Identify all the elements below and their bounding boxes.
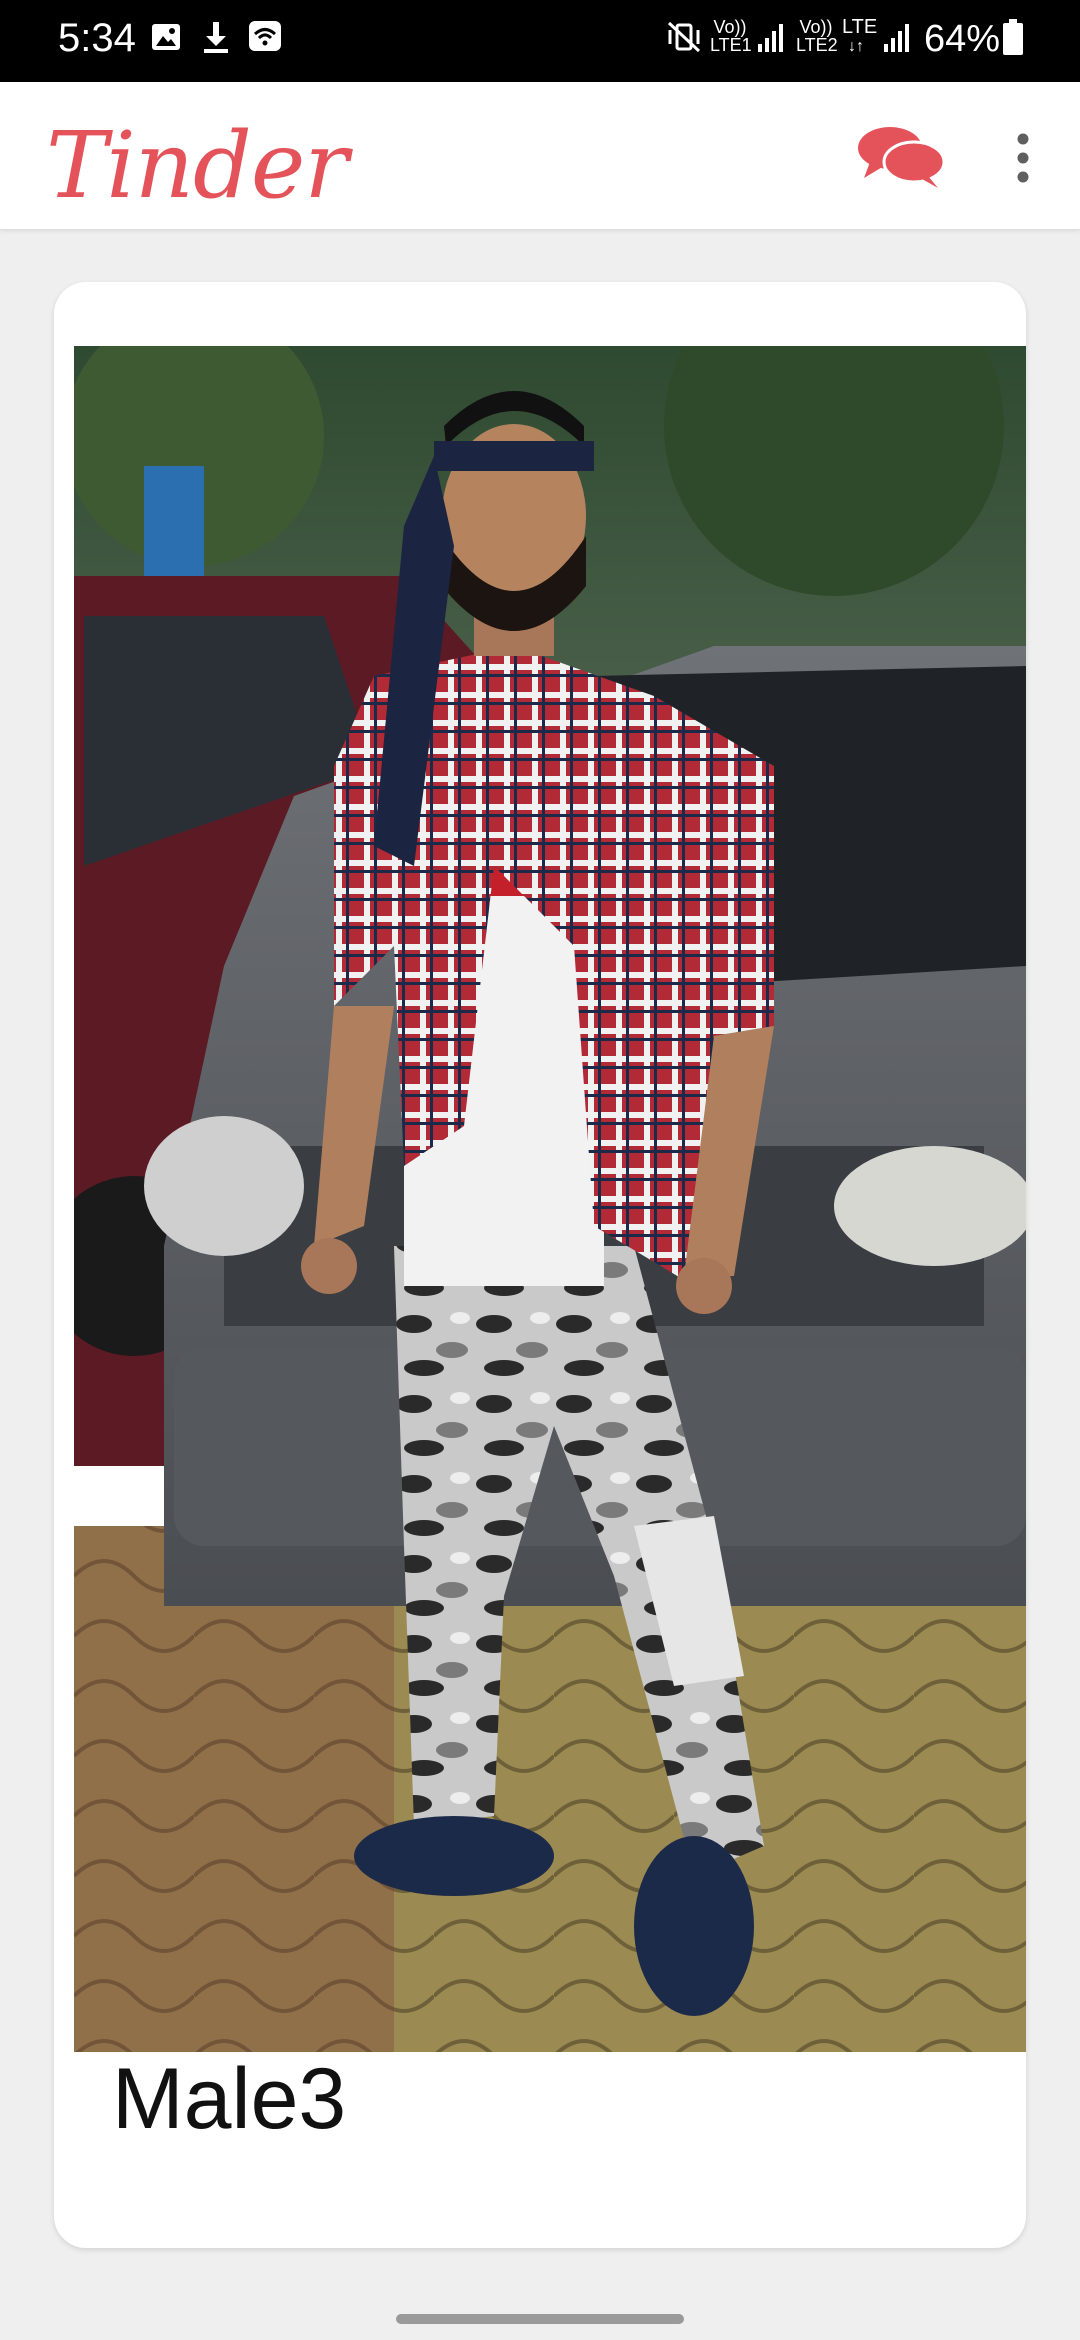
chat-button[interactable]	[856, 124, 946, 190]
status-bar: 5:34 Vo)) LTE1 Vo)) LTE2 LTE ↓↑ 64%	[0, 0, 1080, 82]
profile-card[interactable]: Male3	[54, 282, 1026, 2248]
vibrate-mute-icon	[666, 20, 702, 59]
download-icon	[202, 20, 230, 59]
app-title: Tinder	[46, 112, 348, 219]
battery-percent: 64%	[924, 18, 1001, 60]
battery-icon	[1002, 18, 1024, 61]
status-time: 5:34	[58, 16, 136, 60]
profile-name: Male3	[112, 2051, 347, 2147]
more-options-button[interactable]	[1000, 130, 1046, 186]
network-type: LTE	[842, 16, 878, 38]
app-bar: Tinder	[0, 82, 1080, 230]
sim2-tag: Vo)) LTE2	[796, 17, 838, 55]
image-icon	[150, 22, 182, 57]
profile-photo[interactable]	[74, 346, 1026, 2052]
signal-icon	[882, 22, 912, 59]
chat-icon	[858, 127, 946, 188]
signal-icon	[756, 22, 786, 59]
sim1-tag: Vo)) LTE1	[710, 17, 752, 55]
wifi-icon	[248, 20, 282, 57]
data-arrows: ↓↑	[848, 38, 864, 55]
more-vert-icon	[1017, 133, 1029, 183]
home-indicator[interactable]	[396, 2314, 684, 2324]
